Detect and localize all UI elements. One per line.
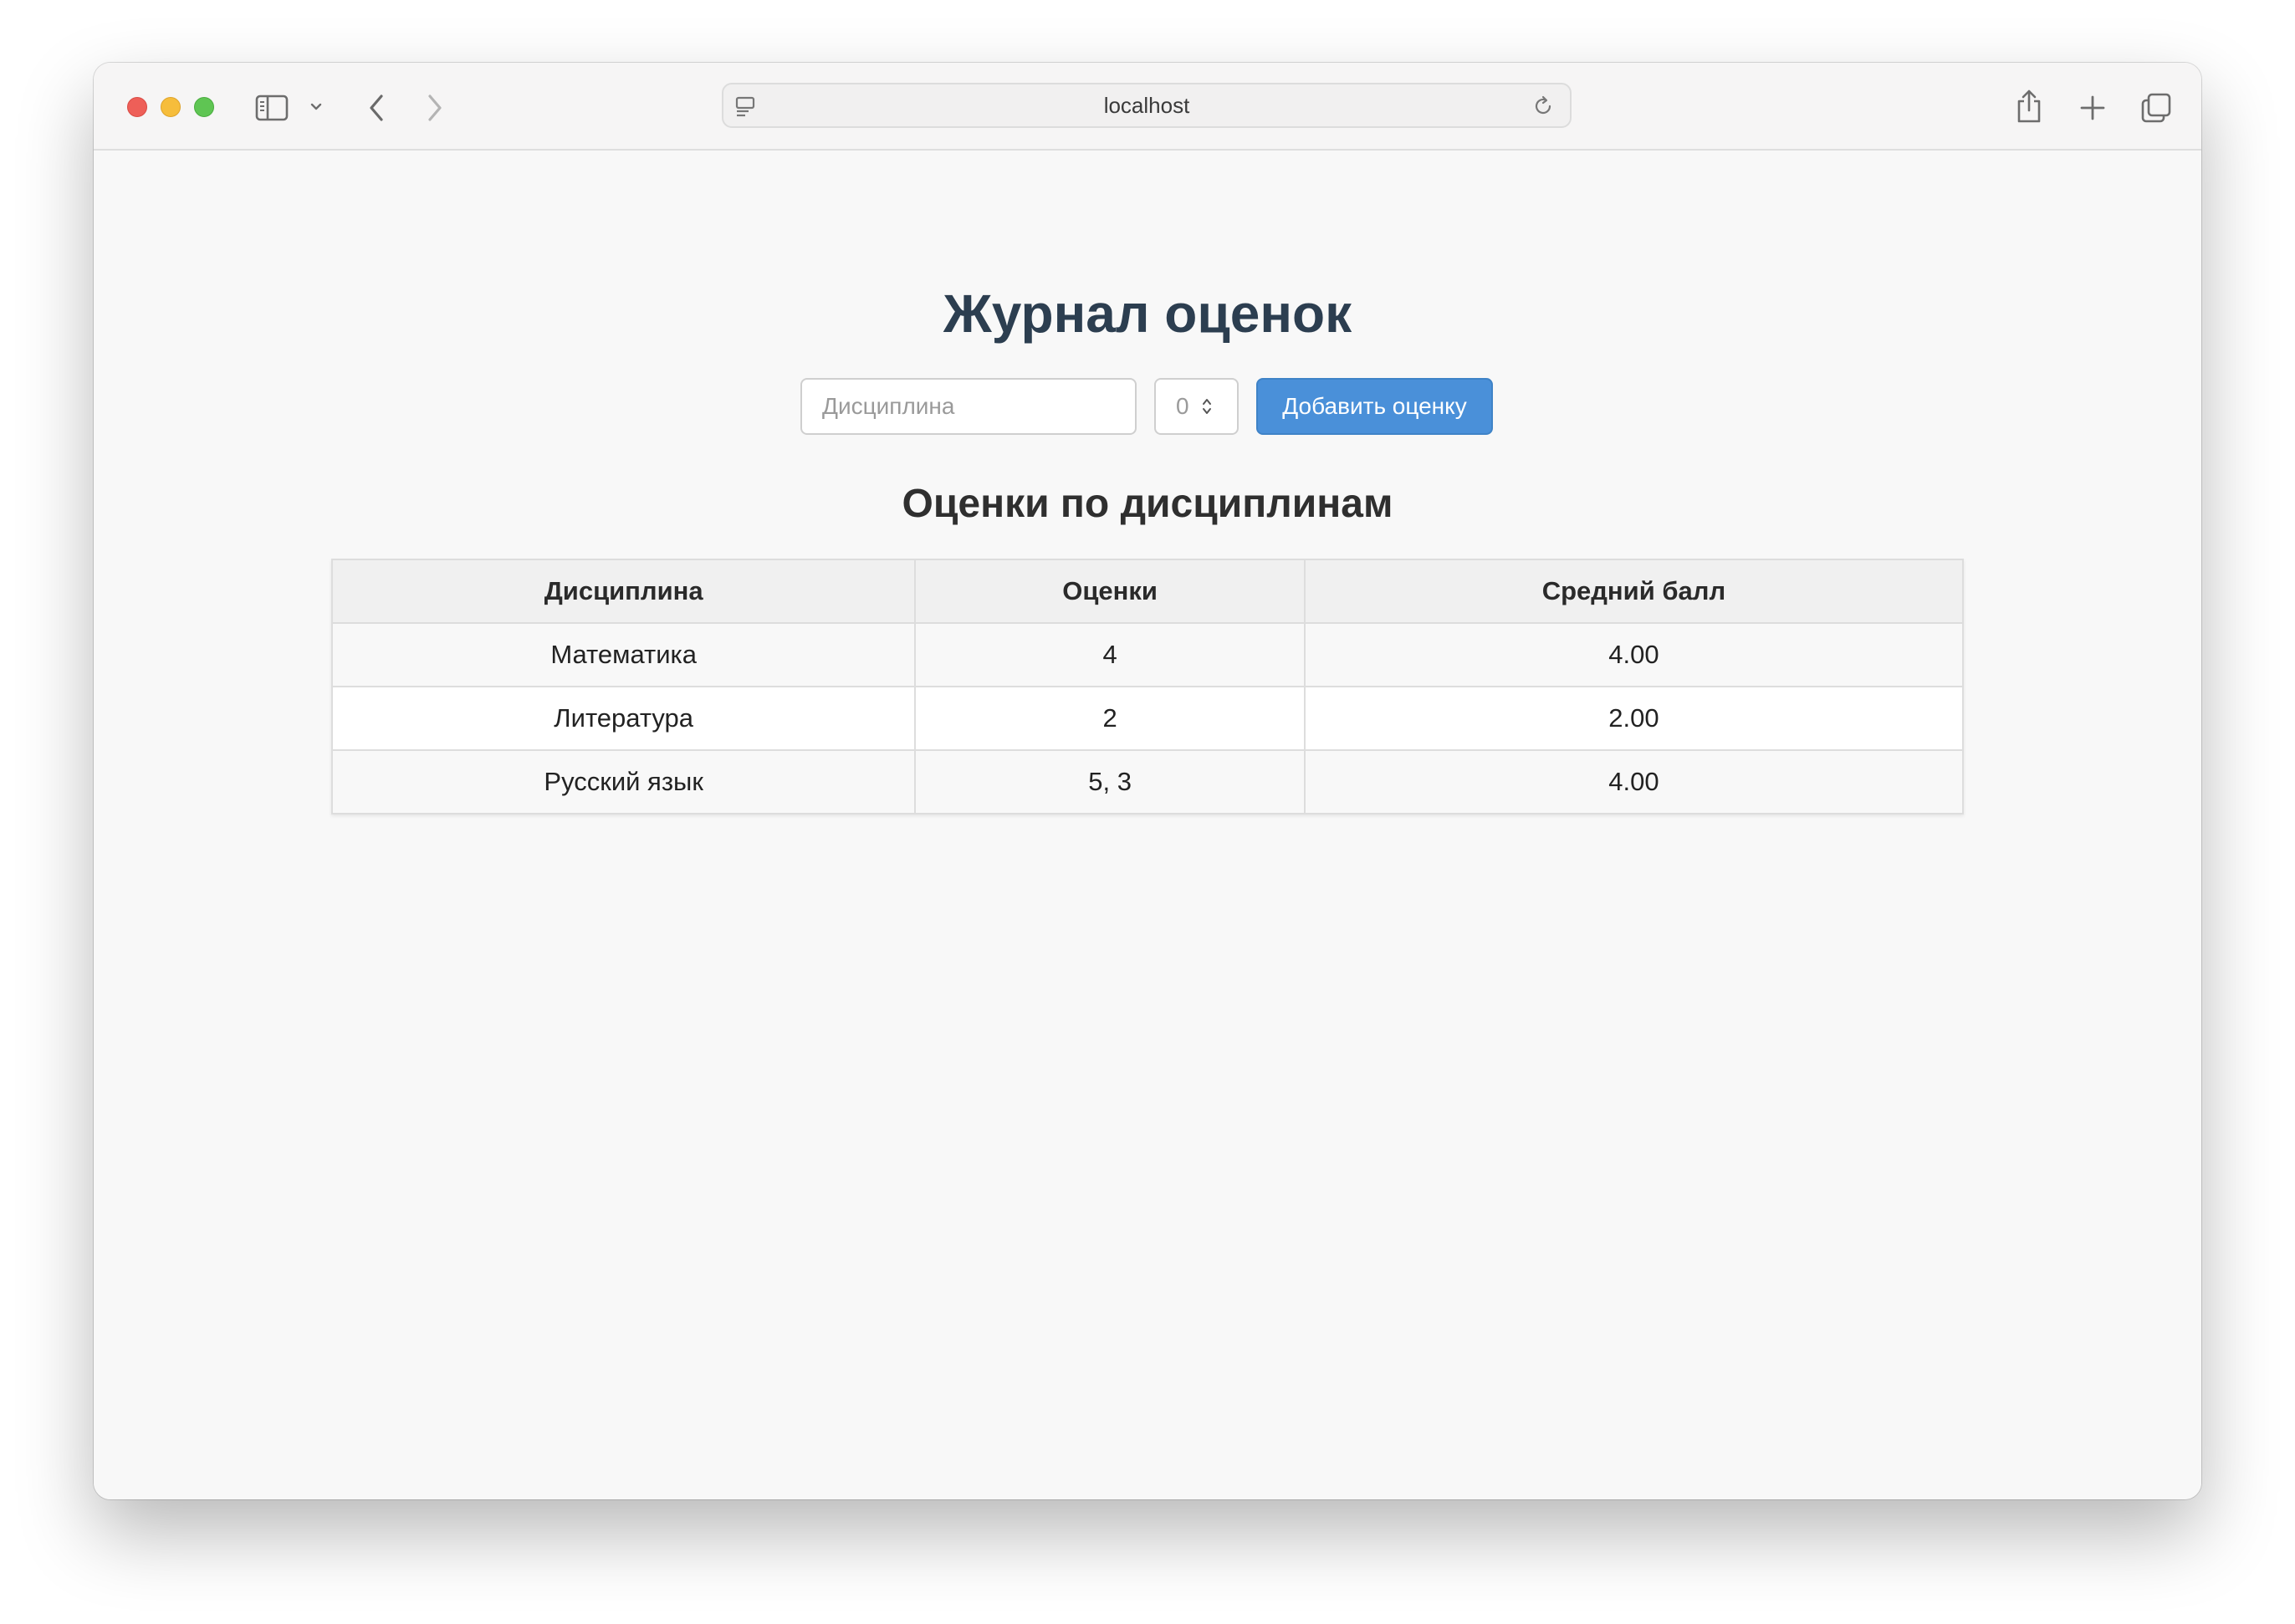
sidebar-icon[interactable]: [255, 94, 289, 121]
browser-toolbar: localhost: [94, 63, 2201, 151]
grade-number-input[interactable]: 0: [1154, 378, 1239, 435]
address-bar[interactable]: localhost: [722, 83, 1572, 128]
browser-window: localhost Журнал оценок Дисциплина 0 Доб…: [94, 63, 2201, 1499]
address-text[interactable]: localhost: [723, 84, 1570, 126]
minimize-window-button[interactable]: [161, 97, 181, 117]
section-title: Оценки по дисциплинам: [902, 482, 1393, 526]
average-cell: 2.00: [1303, 686, 1965, 751]
chevron-down-icon[interactable]: [309, 102, 323, 112]
grades-table: Дисциплина Оценки Средний балл Математик…: [330, 559, 1965, 815]
add-grade-form: 0 Добавить оценку: [94, 378, 2201, 435]
plus-icon[interactable]: [2078, 93, 2108, 123]
add-grade-button[interactable]: Добавить оценку: [1256, 378, 1493, 435]
close-window-button[interactable]: [127, 97, 147, 117]
forward-arrow-icon[interactable]: [425, 91, 445, 125]
subject-cell: Математика: [330, 622, 917, 687]
reload-icon[interactable]: [1531, 94, 1555, 118]
subject-cell: Русский язык: [330, 749, 917, 815]
tabs-overview-icon[interactable]: [2139, 91, 2173, 125]
page-content: Журнал оценок 0 Добавить оценку Оценки п…: [94, 151, 2201, 1499]
column-header-average: Средний балл: [1303, 559, 1965, 624]
column-header-grades: Оценки: [914, 559, 1306, 624]
average-cell: 4.00: [1303, 749, 1965, 815]
table-row: Литература 2 2.00: [330, 686, 1965, 751]
column-header-subject: Дисциплина: [330, 559, 917, 624]
grades-cell: 5, 3: [914, 749, 1306, 815]
grades-cell: 4: [914, 622, 1306, 687]
table-header-row: Дисциплина Оценки Средний балл: [330, 559, 1965, 624]
table-row: Математика 4 4.00: [330, 622, 1965, 687]
subject-cell: Литература: [330, 686, 917, 751]
zoom-window-button[interactable]: [194, 97, 214, 117]
subject-input[interactable]: [800, 378, 1137, 435]
table-row: Русский язык 5, 3 4.00: [330, 749, 1965, 815]
number-stepper-icon[interactable]: [1201, 396, 1213, 417]
average-cell: 4.00: [1303, 622, 1965, 687]
back-arrow-icon[interactable]: [366, 91, 386, 125]
grades-cell: 2: [914, 686, 1306, 751]
page-title: Журнал оценок: [943, 283, 1352, 344]
grade-value[interactable]: 0: [1176, 380, 1189, 433]
share-icon[interactable]: [2014, 88, 2044, 125]
